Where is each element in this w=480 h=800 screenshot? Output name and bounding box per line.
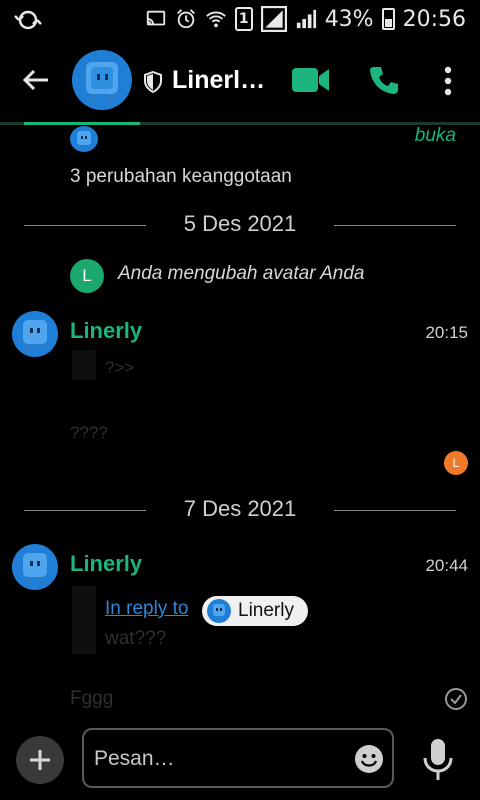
wifi-icon [205,11,226,28]
quote-bar [72,350,96,380]
robot-avatar-icon [77,131,91,145]
voice-call-icon[interactable] [368,64,400,96]
battery-icon [381,8,395,30]
pill-avatar [207,599,231,623]
sim-slot-badge: 1 [234,7,253,31]
shield-icon [144,71,162,93]
sync-icon [14,10,42,30]
alarm-icon [176,9,195,29]
quoted-text: wat??? [105,628,167,649]
message-input[interactable] [94,742,344,776]
clock: 20:56 [402,6,466,32]
emoji-icon[interactable] [354,744,384,774]
message-composer [82,728,394,788]
quoted-text: ?>> [105,358,135,377]
robot-avatar-icon [213,604,225,616]
sender-name[interactable]: Linerly [70,551,142,577]
sender-avatar[interactable] [12,544,58,590]
message-body[interactable]: ???? [70,423,108,443]
room-avatar[interactable] [72,50,132,110]
back-arrow-icon[interactable] [20,64,52,96]
membership-changes[interactable]: 3 perubahan keanggotaan [70,166,292,188]
robot-avatar-icon [23,553,47,585]
cast-icon [146,10,165,26]
sent-check-icon [445,688,467,710]
message-time: 20:44 [425,556,468,575]
attach-button[interactable] [16,736,64,784]
microphone-icon[interactable] [420,738,456,782]
read-receipt-avatar[interactable]: L [444,451,468,475]
sender-avatar[interactable] [12,311,58,357]
app-bar: Linerl… [0,38,480,126]
robot-avatar-icon [86,62,118,104]
tab-indicator-bar [0,122,480,125]
pending-message-body[interactable]: Fggg [70,688,113,710]
quote-bar [72,586,96,654]
tab-indicator [24,122,140,125]
small-avatar[interactable] [70,126,98,152]
sender-name[interactable]: Linerly [70,318,142,344]
open-link[interactable]: buka [415,125,456,147]
user-initial-avatar[interactable]: L [70,259,104,293]
date-separator-label: 7 Des 2021 [183,496,297,521]
video-call-icon[interactable] [292,66,330,94]
status-bar: 1 43% 20:56 [0,0,480,38]
avatar-change-event: Anda mengubah avatar Anda [118,263,365,284]
signal-icon [260,6,287,32]
in-reply-to-link[interactable]: In reply to [105,598,188,620]
more-options-icon[interactable] [438,64,458,98]
signal-bars-icon [296,9,316,29]
room-title[interactable]: Linerl… [172,66,265,95]
date-separator: 7 Des 2021 [24,496,456,526]
plus-icon [30,750,50,770]
message-time: 20:15 [425,323,468,342]
battery-percent: 43% [324,6,374,32]
date-separator-label: 5 Des 2021 [183,211,297,236]
robot-avatar-icon [23,320,47,352]
reply-user-pill[interactable]: Linerly [202,596,308,626]
reply-user-name: Linerly [238,600,294,621]
date-separator: 5 Des 2021 [24,211,456,241]
